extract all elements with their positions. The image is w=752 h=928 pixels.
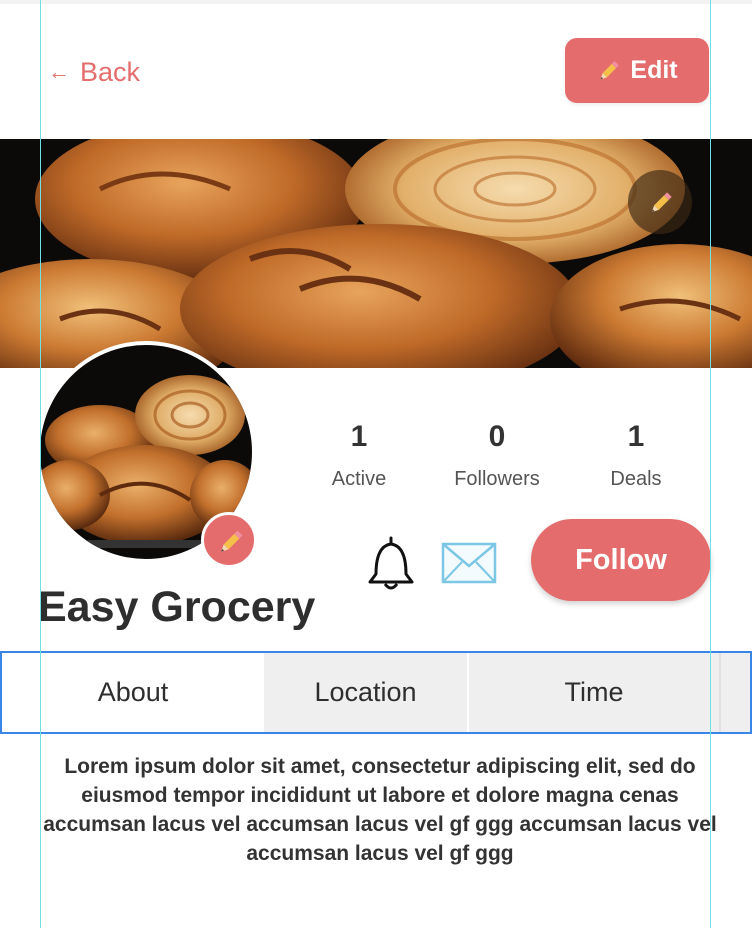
cover-photo — [0, 139, 752, 368]
stat-value: 0 — [488, 420, 506, 453]
about-description: Lorem ipsum dolor sit amet, consectetur … — [43, 755, 717, 865]
stat-label: Followers — [454, 468, 540, 490]
stat-value: 1 — [627, 420, 645, 453]
back-label: Back — [80, 56, 141, 87]
cover-edit-button[interactable] — [628, 170, 692, 234]
tab-bar: About Location Time — [0, 651, 752, 734]
edit-label: Edit — [630, 56, 678, 84]
guide-line-left — [40, 0, 41, 928]
tab-time[interactable]: Time — [469, 653, 719, 732]
guide-line-right — [710, 0, 711, 928]
stat-value: 1 — [350, 420, 368, 453]
stat-deals: 1 Deals — [571, 420, 701, 491]
arrow-left-icon: ← — [48, 59, 70, 84]
stat-active: 1 Active — [294, 420, 424, 491]
tab-overflow — [719, 653, 750, 732]
tab-about[interactable]: About — [2, 653, 264, 732]
avatar-edit-button[interactable] — [201, 512, 257, 568]
top-strip — [0, 0, 752, 4]
envelope-icon[interactable] — [440, 540, 498, 586]
edit-button[interactable]: Edit — [565, 38, 709, 103]
profile-page: ← Back Edit 1 Active 0 Followers 1 Deals… — [0, 0, 752, 928]
stat-followers: 0 Followers — [432, 420, 562, 491]
store-name: Easy Grocery — [38, 583, 316, 631]
back-button[interactable]: ← Back — [48, 54, 140, 90]
stat-label: Active — [331, 468, 387, 490]
follow-button[interactable]: Follow — [531, 519, 711, 601]
tab-location[interactable]: Location — [264, 653, 469, 732]
pencil-icon — [596, 58, 622, 84]
pencil-icon — [216, 527, 243, 553]
stat-label: Deals — [610, 468, 662, 490]
bell-icon[interactable] — [362, 534, 420, 594]
pencil-icon — [647, 189, 673, 215]
